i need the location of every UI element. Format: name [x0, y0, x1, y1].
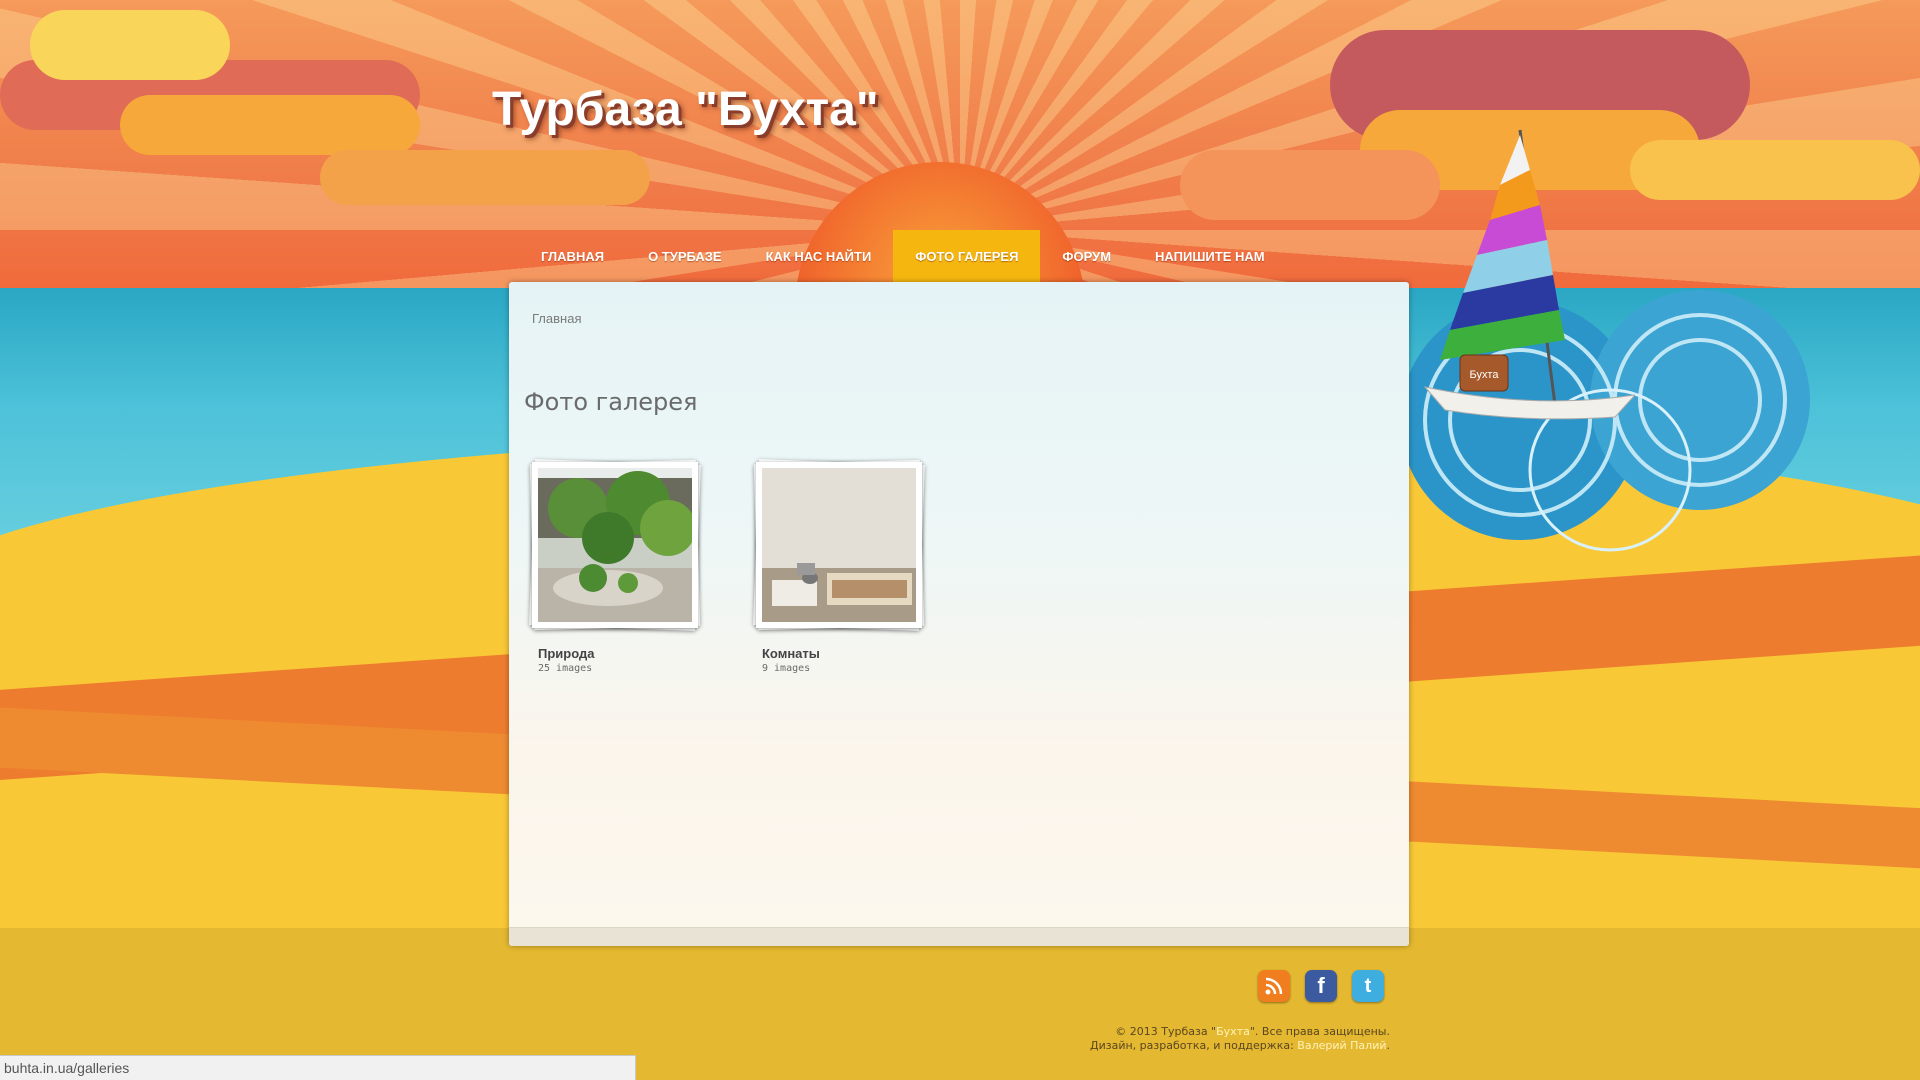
nav-item-home[interactable]: ГЛАВНАЯ [519, 230, 626, 282]
cloud [30, 10, 230, 80]
album-title[interactable]: Комнаты [762, 646, 936, 661]
panel-footer [509, 927, 1409, 946]
boat-sign-text: Бухта [1470, 369, 1500, 381]
credits-line: Дизайн, разработка, и поддержка: Валерий… [1090, 1039, 1390, 1053]
album-thumbnail[interactable] [756, 462, 922, 628]
site-link[interactable]: Бухта [1216, 1025, 1250, 1038]
credits-text: Дизайн, разработка, и поддержка: [1090, 1039, 1298, 1052]
album-thumbnail[interactable] [532, 462, 698, 628]
nav-item-contact[interactable]: НАПИШИТЕ НАМ [1133, 230, 1287, 282]
album-nature[interactable]: Природа 25 images [529, 459, 712, 674]
copyright-line: © 2013 Турбаза "Бухта". Все права защище… [1090, 1025, 1390, 1039]
page-title: Фото галерея [524, 388, 698, 416]
nav-item-forum[interactable]: ФОРУМ [1040, 230, 1133, 282]
album-rooms[interactable]: Комнаты 9 images [753, 459, 936, 674]
cloud [1630, 140, 1920, 200]
album-title[interactable]: Природа [538, 646, 712, 661]
copyright-text: © 2013 Турбаза " [1115, 1025, 1217, 1038]
cloud [320, 150, 650, 205]
album-cover-nature [538, 468, 692, 622]
main-navigation: ГЛАВНАЯ О ТУРБАЗЕ КАК НАС НАЙТИ ФОТО ГАЛ… [519, 230, 1287, 282]
album-cover-rooms [762, 468, 916, 622]
rss-icon[interactable] [1258, 970, 1290, 1002]
album-thumbnail-stack[interactable] [753, 459, 928, 634]
nav-item-about[interactable]: О ТУРБАЗЕ [626, 230, 743, 282]
author-link[interactable]: Валерий Палий [1297, 1039, 1386, 1052]
album-thumbnail-stack[interactable] [529, 459, 704, 634]
cloud [1180, 150, 1440, 220]
credits-text: . [1386, 1039, 1391, 1052]
album-image-count: 9 images [762, 663, 811, 674]
breadcrumb[interactable]: Главная [532, 311, 581, 326]
sailboat-illustration: Бухта [1423, 129, 1635, 420]
facebook-icon[interactable]: f [1305, 970, 1337, 1002]
cloud [120, 95, 420, 155]
status-url: buhta.in.ua/galleries [4, 1060, 130, 1076]
twitter-icon[interactable]: t [1352, 970, 1384, 1002]
browser-status-bar: buhta.in.ua/galleries [0, 1055, 636, 1080]
copyright: © 2013 Турбаза "Бухта". Все права защище… [1090, 1025, 1390, 1053]
social-links: f t [1258, 970, 1384, 1002]
nav-item-photo-gallery[interactable]: ФОТО ГАЛЕРЕЯ [893, 230, 1041, 282]
nav-item-directions[interactable]: КАК НАС НАЙТИ [744, 230, 894, 282]
album-image-count: 25 images [538, 663, 593, 674]
content-panel: Главная Фото галерея Природа 25 images К… [509, 282, 1409, 946]
copyright-text: ". Все права защищены. [1249, 1025, 1390, 1038]
site-title[interactable]: Турбаза "Бухта" [492, 82, 879, 137]
